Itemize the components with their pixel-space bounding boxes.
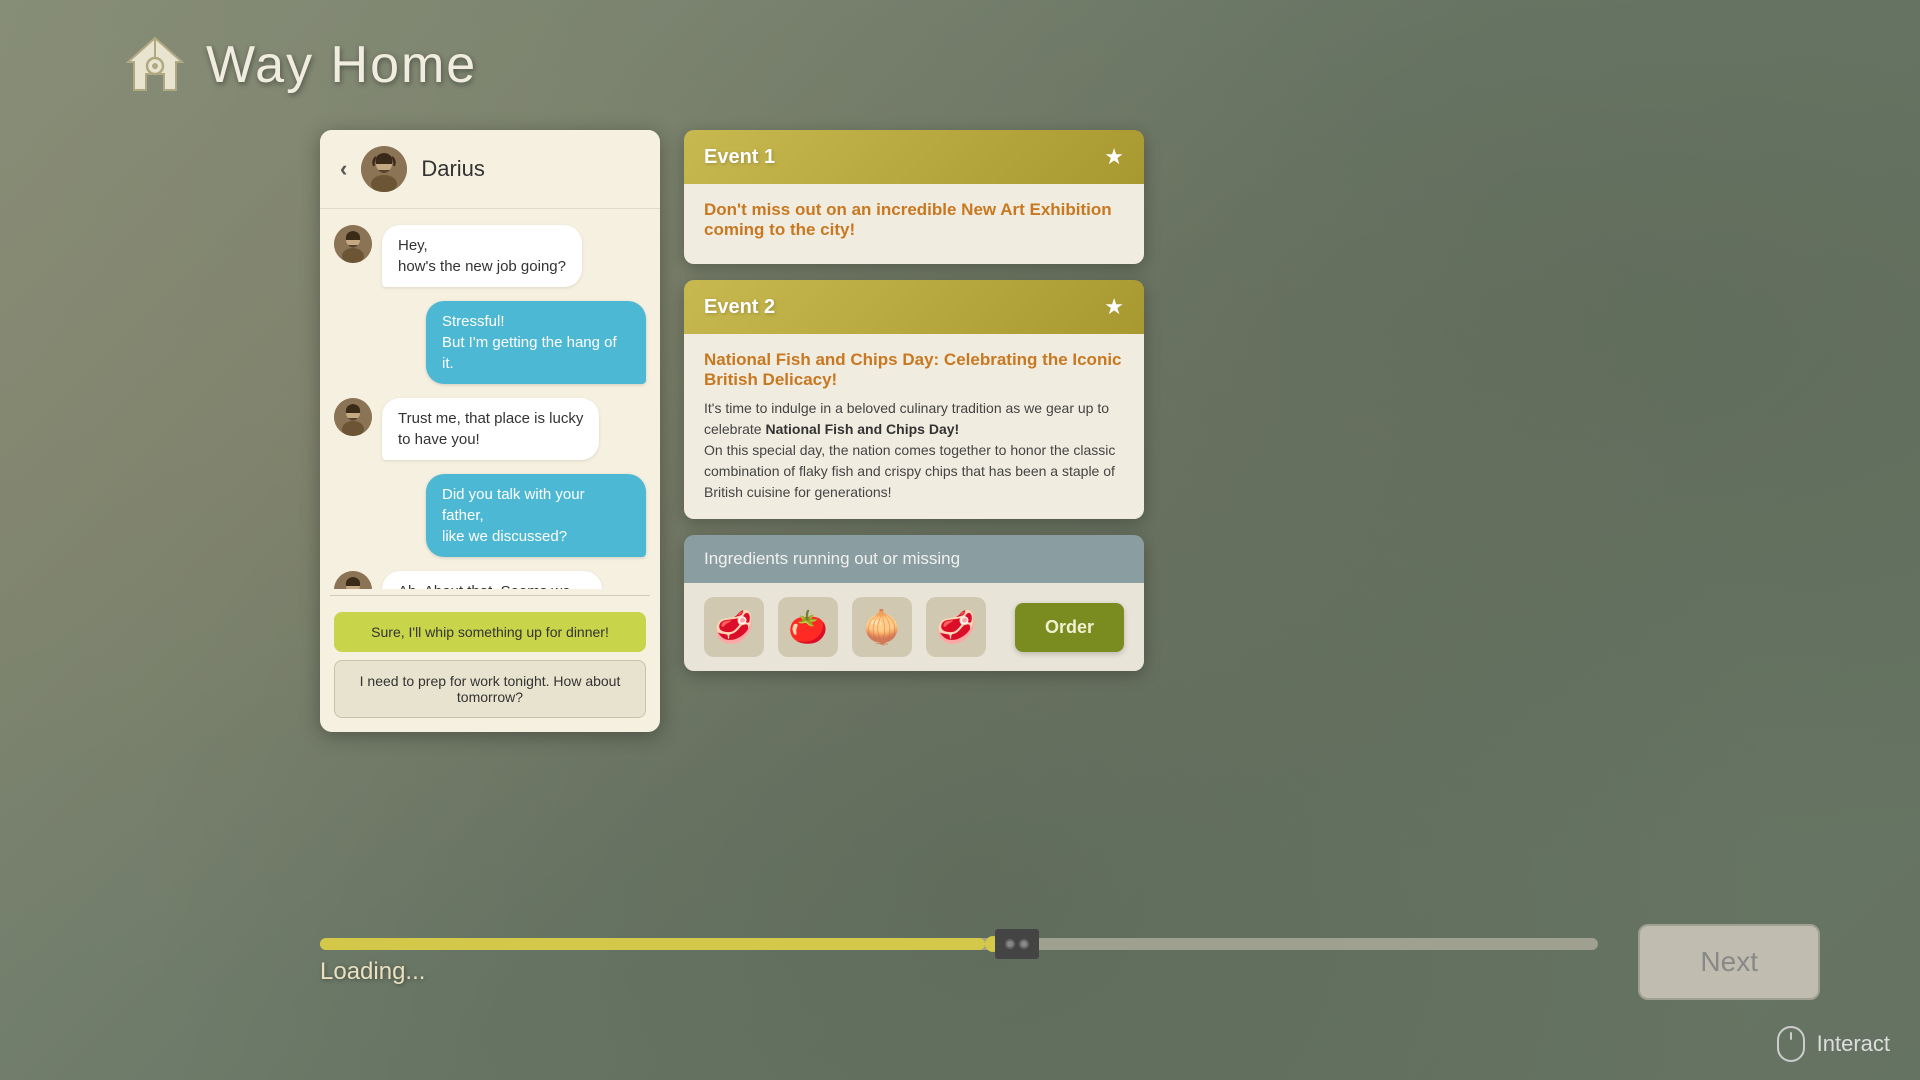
chat-header: ‹ Darius xyxy=(320,130,660,209)
message-bubble: Hey,how's the new job going? xyxy=(382,225,582,287)
next-button[interactable]: Next xyxy=(1638,924,1820,1000)
event-card-1: Event 1 ★ Don't miss out on an incredibl… xyxy=(684,130,1144,264)
ingredients-body: 🥩 🍅 🧅 🥩 Order xyxy=(684,583,1144,671)
message-bubble: Ah. About that. Seems we mayhave some ca… xyxy=(382,571,602,589)
ingredient-1: 🥩 xyxy=(704,597,764,657)
message-bubble: Stressful!But I'm getting the hang of it… xyxy=(426,301,646,384)
event-2-subtitle: National Fish and Chips Day: Celebrating… xyxy=(704,350,1124,390)
home-icon xyxy=(120,30,190,100)
event-1-title: Event 1 xyxy=(704,146,775,169)
avatar-small xyxy=(334,225,372,263)
avatar-image xyxy=(361,146,407,192)
chat-options: Sure, I'll whip something up for dinner!… xyxy=(320,602,660,732)
interact-label[interactable]: Interact xyxy=(1817,1031,1890,1057)
ingredients-header: Ingredients running out or missing xyxy=(684,535,1144,583)
order-button[interactable]: Order xyxy=(1015,603,1124,652)
divider xyxy=(330,595,650,596)
avatar-small xyxy=(334,398,372,436)
option-button-2[interactable]: I need to prep for work tonight. How abo… xyxy=(334,660,646,718)
message-row: Hey,how's the new job going? xyxy=(334,225,646,287)
event-2-title: Event 2 xyxy=(704,296,775,319)
ingredient-3: 🧅 xyxy=(852,597,912,657)
event-2-star[interactable]: ★ xyxy=(1104,294,1124,320)
chat-messages: Hey,how's the new job going? Stressful!B… xyxy=(320,209,660,589)
ingredient-4: 🥩 xyxy=(926,597,986,657)
option-button-1[interactable]: Sure, I'll whip something up for dinner! xyxy=(334,612,646,652)
interact-area: Interact xyxy=(1777,1026,1890,1062)
message-row: Ah. About that. Seems we mayhave some ca… xyxy=(334,571,646,589)
event-card-2: Event 2 ★ National Fish and Chips Day: C… xyxy=(684,280,1144,519)
avatar-small xyxy=(334,571,372,589)
message-row: Trust me, that place is luckyto have you… xyxy=(334,398,646,460)
ingredients-panel: Ingredients running out or missing 🥩 🍅 🧅… xyxy=(684,535,1144,671)
cassette-icon xyxy=(995,929,1039,959)
app-title: Way Home xyxy=(206,35,477,95)
message-bubble: Trust me, that place is luckyto have you… xyxy=(382,398,599,460)
event-1-body: Don't miss out on an incredible New Art … xyxy=(684,184,1144,264)
message-row: Did you talk with your father,like we di… xyxy=(334,474,646,557)
message-avatar xyxy=(334,571,372,589)
ingredients-title: Ingredients running out or missing xyxy=(704,549,960,568)
event-1-header: Event 1 ★ xyxy=(684,130,1144,184)
mouse-icon xyxy=(1777,1026,1805,1062)
event-1-subtitle: Don't miss out on an incredible New Art … xyxy=(704,200,1124,240)
progress-container: Loading... xyxy=(320,938,1598,986)
message-bubble: Did you talk with your father,like we di… xyxy=(426,474,646,557)
event-1-star[interactable]: ★ xyxy=(1104,144,1124,170)
header: Way Home xyxy=(120,30,477,100)
character-name: Darius xyxy=(421,156,485,182)
ingredient-2: 🍅 xyxy=(778,597,838,657)
back-button[interactable]: ‹ xyxy=(340,156,347,182)
bottom-bar: Loading... Next xyxy=(320,924,1820,1000)
message-avatar xyxy=(334,398,372,436)
main-content: ‹ Darius xyxy=(320,130,1144,732)
events-panel: Event 1 ★ Don't miss out on an incredibl… xyxy=(684,130,1144,732)
event-2-body: National Fish and Chips Day: Celebrating… xyxy=(684,334,1144,519)
event-2-header: Event 2 ★ xyxy=(684,280,1144,334)
chat-avatar xyxy=(361,146,407,192)
progress-fill xyxy=(320,938,985,950)
message-avatar xyxy=(334,225,372,263)
chat-panel: ‹ Darius xyxy=(320,130,660,732)
progress-track xyxy=(320,938,1598,950)
loading-text: Loading... xyxy=(320,958,1598,986)
message-row: Stressful!But I'm getting the hang of it… xyxy=(334,301,646,384)
event-2-text: It's time to indulge in a beloved culina… xyxy=(704,398,1124,503)
